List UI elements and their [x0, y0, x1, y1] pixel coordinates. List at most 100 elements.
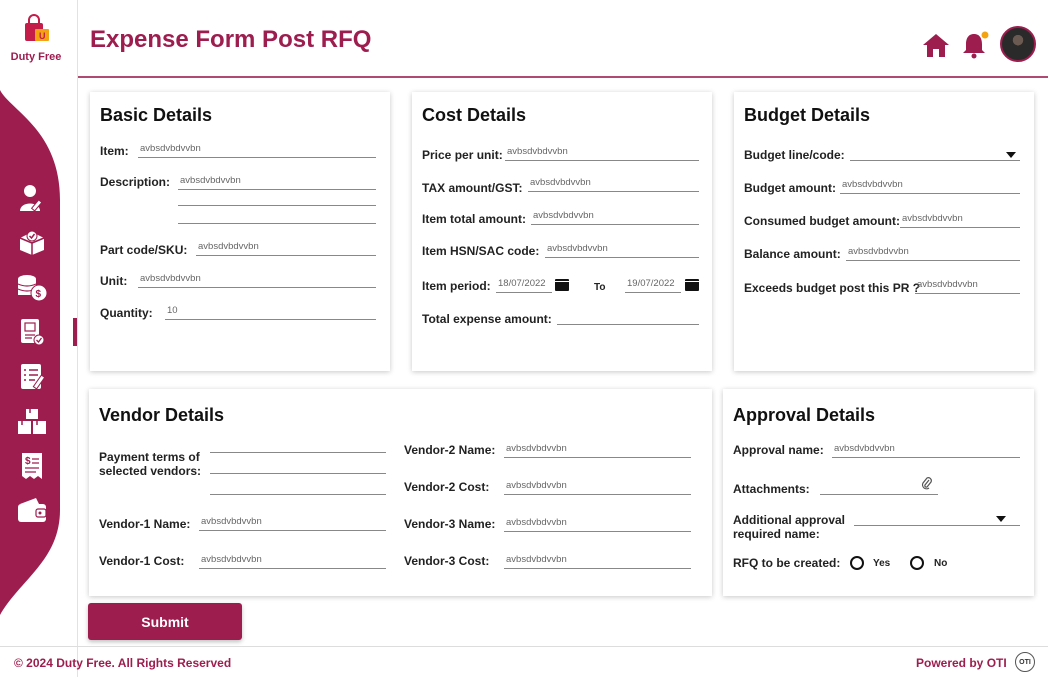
header-divider	[78, 76, 1048, 78]
description-label: Description:	[100, 175, 171, 189]
svg-text:$: $	[36, 289, 42, 300]
user-edit-icon	[20, 185, 43, 212]
paperclip-icon[interactable]	[921, 477, 933, 491]
chevron-down-icon[interactable]	[996, 516, 1006, 522]
vendor-2-name-label: Vendor-2 Name:	[404, 443, 496, 457]
sidebar-item-user[interactable]	[14, 180, 50, 216]
tax-input[interactable]: avbsdvbdvvbn	[528, 176, 699, 192]
svg-text:U: U	[39, 31, 46, 41]
shopping-bag-logo-icon: U	[25, 14, 49, 41]
avatar[interactable]	[1000, 26, 1036, 62]
unit-input[interactable]: avbsdvbdvvbn	[138, 272, 376, 288]
vendor-1-name-label: Vendor-1 Name:	[99, 517, 191, 531]
brand-name: Duty Free	[10, 51, 62, 63]
period-to-label: To	[594, 282, 606, 293]
exceeds-budget-input[interactable]: avbsdvbdvvbn	[915, 278, 1020, 294]
payment-terms-line-3[interactable]	[210, 494, 386, 495]
total-expense-label: Total expense amount:	[422, 312, 552, 326]
approval-details-title: Approval Details	[733, 405, 876, 425]
price-input[interactable]: avbsdvbdvvbn	[505, 145, 699, 161]
sidebar: U Duty Free $ $	[0, 0, 78, 677]
rfq-yes-radio[interactable]	[850, 556, 864, 570]
sidebar-item-receipts[interactable]: $	[14, 448, 50, 484]
vendor-1-cost-input[interactable]: avbsdvbdvvbn	[199, 553, 386, 569]
exceeds-budget-label: Exceeds budget post this PR ?	[744, 281, 921, 295]
budget-details-title: Budget Details	[744, 105, 871, 125]
sidebar-item-boxes[interactable]	[14, 224, 50, 260]
submit-button[interactable]: Submit	[88, 603, 242, 640]
wallet-icon	[18, 498, 47, 522]
active-nav-indicator	[73, 318, 77, 346]
item-label: Item:	[100, 144, 129, 158]
description-line-2[interactable]	[178, 205, 376, 206]
vendor-3-name-input[interactable]: avbsdvbdvvbn	[504, 516, 691, 532]
boxes-icon	[18, 409, 46, 434]
vendor-3-cost-label: Vendor-3 Cost:	[404, 554, 490, 568]
vendor-3-cost-input[interactable]: avbsdvbdvvbn	[504, 553, 691, 569]
period-from-input[interactable]: 18/07/2022	[496, 277, 552, 293]
payment-terms-line-2[interactable]	[210, 473, 386, 474]
calendar-from-icon[interactable]	[555, 279, 569, 291]
oti-logo-icon: OTI	[1015, 652, 1035, 672]
sidebar-item-inventory[interactable]	[14, 404, 50, 440]
rfq-no-label: No	[934, 558, 948, 569]
payment-terms-line-1[interactable]	[210, 452, 386, 453]
receipt-dollar-icon: $	[22, 453, 42, 479]
sidebar-item-finance[interactable]: $	[14, 270, 50, 306]
home-button[interactable]	[921, 30, 951, 60]
approval-name-input[interactable]: avbsdvbdvvbn	[832, 442, 1020, 458]
part-code-input[interactable]: avbsdvbdvvbn	[196, 240, 376, 256]
hsn-label: Item HSN/SAC code:	[422, 244, 540, 258]
consumed-budget-input[interactable]: avbsdvbdvvbn	[900, 212, 1020, 228]
vendor-2-cost-input[interactable]: avbsdvbdvvbn	[504, 479, 691, 495]
vendor-1-cost-label: Vendor-1 Cost:	[99, 554, 185, 568]
footer-powered-by: Powered by OTI	[916, 656, 1007, 670]
unit-label: Unit:	[100, 274, 128, 288]
home-icon	[923, 34, 949, 57]
brand[interactable]: U Duty Free	[0, 14, 72, 63]
cost-details-title: Cost Details	[422, 105, 527, 125]
vendor-1-name-input[interactable]: avbsdvbdvvbn	[199, 515, 386, 531]
description-line-3[interactable]	[178, 223, 376, 224]
vendor-details-title: Vendor Details	[99, 405, 225, 425]
item-total-input[interactable]: avbsdvbdvvbn	[531, 209, 699, 225]
item-period-label: Item period:	[422, 279, 491, 293]
page-title: Expense Form Post RFQ	[90, 26, 372, 53]
budget-amount-input[interactable]: avbsdvbdvvbn	[840, 178, 1020, 194]
budget-line-select[interactable]	[850, 145, 1020, 161]
vendor-3-name-label: Vendor-3 Name:	[404, 517, 496, 531]
vendor-details-card: Vendor Details Payment terms of selected…	[89, 389, 712, 596]
footer-copyright: © 2024 Duty Free. All Rights Reserved	[14, 656, 232, 670]
rfq-no-radio[interactable]	[910, 556, 924, 570]
price-label: Price per unit:	[422, 148, 503, 162]
approval-details-card: Approval Details Approval name: avbsdvbd…	[723, 389, 1034, 596]
total-expense-input[interactable]	[557, 309, 699, 325]
item-input[interactable]: avbsdvbdvvbn	[138, 142, 376, 158]
part-code-label: Part code/SKU:	[100, 243, 188, 257]
balance-amount-label: Balance amount:	[744, 247, 841, 261]
notifications-button[interactable]	[960, 30, 990, 60]
invoice-check-icon	[21, 319, 45, 346]
basic-details-title: Basic Details	[100, 105, 213, 125]
description-input[interactable]: avbsdvbdvvbn	[178, 174, 376, 190]
period-to-input[interactable]: 19/07/2022	[625, 277, 681, 293]
box-check-icon	[19, 230, 45, 255]
quantity-input[interactable]: 10	[165, 304, 376, 320]
calendar-to-icon[interactable]	[685, 279, 699, 291]
balance-amount-input[interactable]: avbsdvbdvvbn	[846, 245, 1020, 261]
coins-dollar-icon: $	[17, 275, 48, 302]
attachments-label: Attachments:	[733, 482, 810, 496]
sidebar-item-wallet[interactable]	[14, 492, 50, 528]
vendor-2-name-input[interactable]: avbsdvbdvvbn	[504, 442, 691, 458]
sidebar-item-invoice[interactable]	[14, 314, 50, 350]
svg-text:$: $	[25, 456, 31, 467]
budget-line-label: Budget line/code:	[744, 148, 845, 162]
basic-details-card: Basic Details Item: avbsdvbdvvbn Descrip…	[90, 92, 390, 371]
approval-name-label: Approval name:	[733, 443, 824, 457]
chevron-down-icon[interactable]	[1006, 152, 1016, 158]
sidebar-wave	[0, 90, 60, 615]
payment-terms-label: Payment terms of selected vendors:	[99, 450, 202, 478]
hsn-input[interactable]: avbsdvbdvvbn	[545, 242, 699, 258]
footer-divider	[0, 646, 1048, 647]
sidebar-item-checklist[interactable]	[14, 358, 50, 394]
